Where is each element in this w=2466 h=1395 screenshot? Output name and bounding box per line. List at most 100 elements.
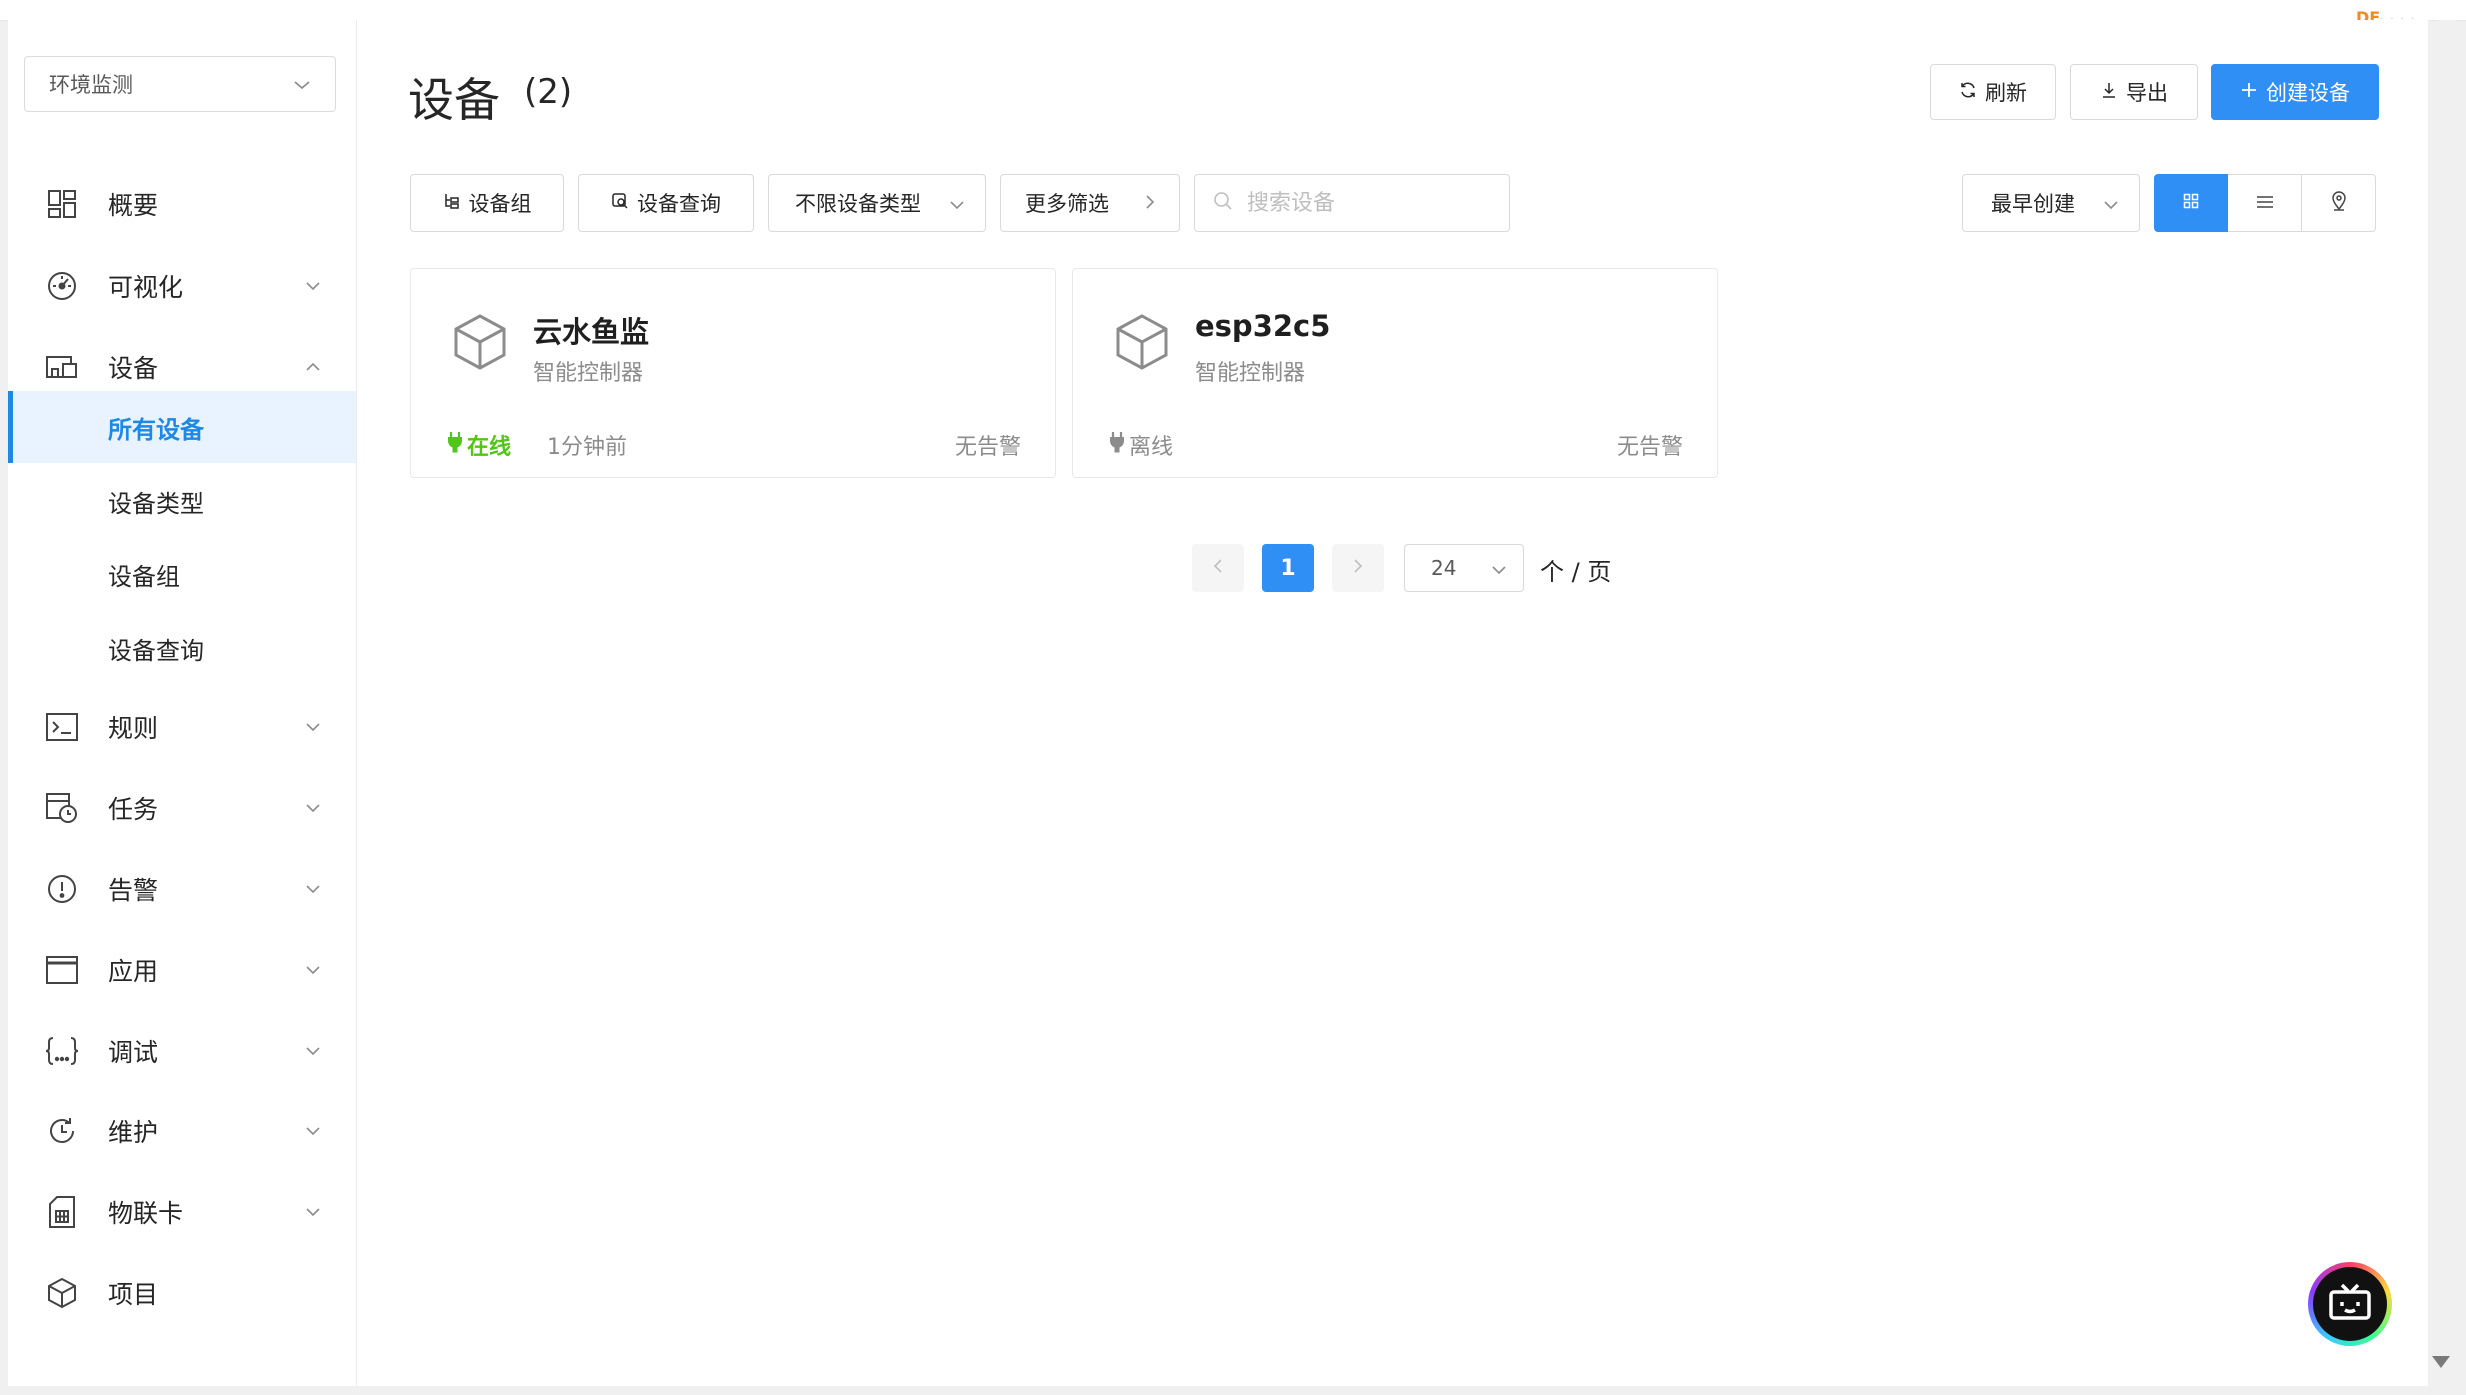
nav-item-projects[interactable]: 项目: [8, 1257, 356, 1329]
nav-item-apps[interactable]: 应用: [8, 934, 356, 1006]
device-type: 智能控制器: [533, 361, 644, 386]
nav-item-maintenance[interactable]: 维护: [8, 1095, 356, 1167]
status-label: 在线: [467, 435, 512, 460]
chevron-down-icon: [304, 1042, 322, 1060]
dashboard-icon: [44, 186, 80, 222]
plug-icon: [1109, 431, 1125, 459]
query-icon: [611, 191, 629, 215]
cube-icon: [453, 313, 507, 375]
devices-icon: [44, 349, 80, 385]
scrollbar[interactable]: [2438, 20, 2456, 1350]
grid-view-button[interactable]: [2154, 174, 2228, 232]
device-type: 智能控制器: [1195, 361, 1306, 386]
sidebar-item-device-types[interactable]: 设备类型: [8, 465, 356, 537]
task-clock-icon: [44, 790, 80, 826]
next-page-button[interactable]: [1332, 544, 1384, 592]
search-input[interactable]: [1245, 189, 1499, 217]
page-size-select[interactable]: 24: [1404, 544, 1524, 592]
terminal-icon: [44, 709, 80, 745]
chevron-right-icon: [1353, 558, 1363, 578]
refresh-label: 刷新: [1985, 81, 2027, 105]
device-type-select-value: 不限设备类型: [795, 192, 921, 216]
gauge-icon: [44, 268, 80, 304]
export-button[interactable]: 导出: [2070, 64, 2198, 120]
nav-item-label: 告警: [108, 876, 159, 905]
download-icon: [2100, 80, 2118, 104]
refresh-icon: [1959, 80, 1977, 104]
view-mode-toggle: [2154, 174, 2378, 232]
device-name: 云水鱼监: [533, 315, 650, 349]
list-view-button[interactable]: [2228, 174, 2302, 232]
chevron-down-icon: [304, 1203, 322, 1221]
plug-icon: [447, 431, 463, 459]
alarm-status: 无告警: [1616, 435, 1683, 460]
chevron-down-icon: [304, 799, 322, 817]
device-query-filter-button[interactable]: 设备查询: [578, 174, 754, 232]
search-icon: [1213, 191, 1233, 215]
nav-item-alerts[interactable]: 告警: [8, 853, 356, 925]
app-container: 环境监测 概要 可视化 设备 所有设备 设备类型 设备组 设备查询 规则 任务 …: [8, 20, 2428, 1386]
prev-page-button[interactable]: [1192, 544, 1244, 592]
nav-item-debug[interactable]: 调试: [8, 1015, 356, 1087]
project-select[interactable]: 环境监测: [24, 56, 336, 112]
refresh-button[interactable]: 刷新: [1930, 64, 2056, 120]
device-card[interactable]: 云水鱼监 智能控制器 在线 1分钟前 无告警: [410, 268, 1056, 478]
refresh-clock-icon: [44, 1113, 80, 1149]
project-select-value: 环境监测: [49, 73, 133, 97]
plus-icon: [2240, 80, 2258, 104]
device-type-select[interactable]: 不限设备类型: [768, 174, 986, 232]
nav-item-label: 设备: [108, 354, 159, 383]
alarm-status: 无告警: [954, 435, 1021, 460]
page-size-value: 24: [1431, 556, 1457, 580]
chevron-down-icon: [949, 191, 965, 215]
chevron-down-icon: [304, 961, 322, 979]
nav-item-label: 应用: [108, 957, 159, 986]
chevron-down-icon: [2103, 191, 2119, 215]
nav-item-tasks[interactable]: 任务: [8, 772, 356, 844]
assistant-button[interactable]: [2308, 1262, 2392, 1346]
device-query-filter-label: 设备查询: [637, 192, 721, 216]
sidebar-item-all-devices[interactable]: 所有设备: [8, 391, 356, 463]
page-title: 设备: [408, 73, 500, 127]
more-filters-label: 更多筛选: [1025, 192, 1109, 216]
map-pin-icon: [2331, 191, 2347, 215]
device-search[interactable]: [1194, 174, 1510, 232]
window-icon: [44, 952, 80, 988]
list-icon: [2256, 194, 2274, 213]
nav-item-label: 规则: [108, 714, 159, 743]
sidebar-item-device-query[interactable]: 设备查询: [8, 612, 356, 684]
window-top-bar: DF · · · ·: [0, 0, 2466, 27]
sub-item-label: 所有设备: [108, 415, 204, 444]
chevron-right-icon: [1145, 191, 1155, 215]
create-device-button[interactable]: 创建设备: [2211, 64, 2379, 120]
scroll-down-icon[interactable]: [2432, 1356, 2450, 1368]
export-label: 导出: [2126, 81, 2168, 105]
sort-select-value: 最早创建: [1991, 192, 2075, 216]
cube-icon: [1115, 313, 1169, 375]
map-view-button[interactable]: [2302, 174, 2376, 232]
sidebar-item-device-groups[interactable]: 设备组: [8, 538, 356, 610]
tree-icon: [443, 191, 461, 215]
nav-item-overview[interactable]: 概要: [8, 168, 356, 240]
last-seen: 1分钟前: [547, 435, 627, 460]
chevron-down-icon: [304, 277, 322, 295]
grid-icon: [2183, 193, 2199, 213]
more-filters-button[interactable]: 更多筛选: [1000, 174, 1180, 232]
device-card[interactable]: esp32c5 智能控制器 离线 无告警: [1072, 268, 1718, 478]
nav-item-label: 项目: [108, 1280, 159, 1309]
cube-icon: [44, 1275, 80, 1311]
device-group-filter-button[interactable]: 设备组: [410, 174, 564, 232]
create-device-label: 创建设备: [2266, 81, 2350, 105]
tv-bot-icon: [2327, 1282, 2373, 1326]
nav-item-label: 任务: [108, 795, 159, 824]
status-badge: 在线: [447, 429, 511, 461]
nav-item-label: 维护: [108, 1118, 159, 1147]
nav-item-visualization[interactable]: 可视化: [8, 250, 356, 322]
nav-item-iot-card[interactable]: 物联卡: [8, 1176, 356, 1248]
nav-item-label: 概要: [108, 191, 159, 220]
braces-icon: [44, 1033, 80, 1069]
page-1-button[interactable]: 1: [1262, 544, 1314, 592]
sidebar: 环境监测 概要 可视化 设备 所有设备 设备类型 设备组 设备查询 规则 任务 …: [8, 20, 357, 1386]
nav-item-rules[interactable]: 规则: [8, 691, 356, 763]
sort-select[interactable]: 最早创建: [1962, 174, 2140, 232]
